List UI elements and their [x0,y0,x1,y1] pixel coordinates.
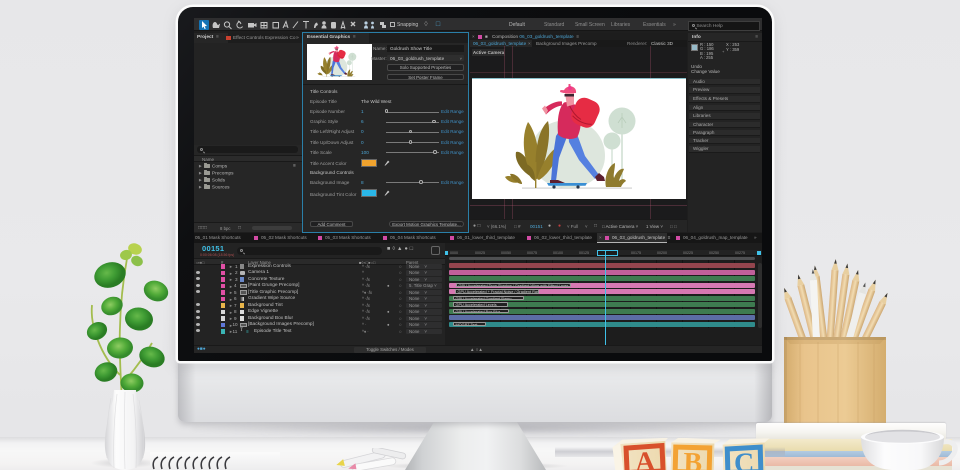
svg-text:C: C [734,448,755,470]
svg-text:A: A [634,446,656,470]
svg-text:B: B [683,447,702,470]
